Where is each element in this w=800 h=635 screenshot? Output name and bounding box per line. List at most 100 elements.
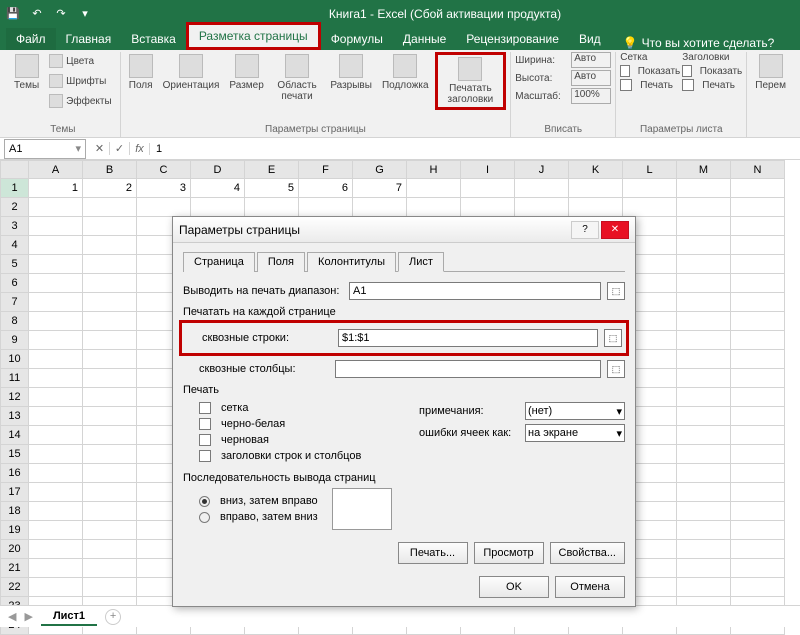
cell[interactable] <box>677 312 731 331</box>
cell[interactable] <box>731 502 785 521</box>
cell[interactable] <box>83 445 137 464</box>
row-header[interactable]: 14 <box>1 426 29 445</box>
height-input[interactable]: Авто <box>571 70 611 86</box>
cell[interactable]: 2 <box>83 179 137 198</box>
fx-button[interactable]: fx <box>130 143 150 155</box>
cell[interactable] <box>569 179 623 198</box>
tab-review[interactable]: Рецензирование <box>456 28 569 50</box>
cell[interactable] <box>29 274 83 293</box>
cell[interactable] <box>677 502 731 521</box>
cell[interactable] <box>677 464 731 483</box>
cell[interactable] <box>623 198 677 217</box>
cell[interactable] <box>29 407 83 426</box>
fonts-button[interactable]: Шрифты <box>45 72 115 90</box>
cell[interactable] <box>83 312 137 331</box>
colors-button[interactable]: Цвета <box>45 52 115 70</box>
cell[interactable] <box>29 559 83 578</box>
row-header[interactable]: 18 <box>1 502 29 521</box>
cell[interactable] <box>83 483 137 502</box>
errors-select[interactable]: на экране▾ <box>525 424 625 442</box>
through-rows-input[interactable] <box>338 329 598 347</box>
cell[interactable]: 5 <box>245 179 299 198</box>
cell[interactable] <box>29 502 83 521</box>
col-header[interactable]: M <box>677 161 731 179</box>
cell[interactable] <box>29 236 83 255</box>
cell[interactable] <box>29 464 83 483</box>
cell[interactable] <box>677 426 731 445</box>
cell[interactable] <box>83 350 137 369</box>
row-header[interactable]: 17 <box>1 483 29 502</box>
cell[interactable] <box>677 407 731 426</box>
sheet-nav-next-icon[interactable]: ▶ <box>24 610 32 623</box>
col-header[interactable]: A <box>29 161 83 179</box>
preview-button[interactable]: Просмотр <box>474 542 544 564</box>
bring-forward-button[interactable]: Перем <box>751 52 790 93</box>
dialog-close-button[interactable]: ✕ <box>601 221 629 239</box>
dlg-tab-margins[interactable]: Поля <box>257 252 305 272</box>
cell[interactable] <box>731 521 785 540</box>
tab-data[interactable]: Данные <box>393 28 456 50</box>
cell[interactable] <box>677 483 731 502</box>
cell[interactable] <box>731 559 785 578</box>
orientation-button[interactable]: Ориентация <box>159 52 224 93</box>
cell[interactable] <box>731 464 785 483</box>
save-icon[interactable]: 💾 <box>4 5 22 23</box>
cell[interactable] <box>677 236 731 255</box>
gridlines-view-checkbox[interactable] <box>620 65 629 77</box>
tab-file[interactable]: Файл <box>6 28 56 50</box>
tab-home[interactable]: Главная <box>56 28 122 50</box>
cell[interactable] <box>677 179 731 198</box>
order-down-radio[interactable] <box>199 496 210 507</box>
cell[interactable] <box>731 369 785 388</box>
cell[interactable] <box>461 179 515 198</box>
headings-print-checkbox[interactable] <box>682 79 694 91</box>
cell[interactable] <box>83 293 137 312</box>
cancel-button[interactable]: Отмена <box>555 576 625 598</box>
cell[interactable] <box>29 445 83 464</box>
cell[interactable] <box>731 540 785 559</box>
cell[interactable] <box>299 198 353 217</box>
cell[interactable] <box>83 217 137 236</box>
cell[interactable] <box>29 483 83 502</box>
cell[interactable] <box>83 502 137 521</box>
dlg-tab-sheet[interactable]: Лист <box>398 252 444 272</box>
col-header[interactable]: H <box>407 161 461 179</box>
margins-button[interactable]: Поля <box>125 52 157 93</box>
cell[interactable] <box>29 293 83 312</box>
dlg-tab-header[interactable]: Колонтитулы <box>307 252 396 272</box>
cell[interactable] <box>29 198 83 217</box>
cell[interactable] <box>137 198 191 217</box>
cell[interactable] <box>677 350 731 369</box>
cell[interactable] <box>191 198 245 217</box>
col-header[interactable]: C <box>137 161 191 179</box>
col-header[interactable]: D <box>191 161 245 179</box>
row-header[interactable]: 7 <box>1 293 29 312</box>
tab-formulas[interactable]: Формулы <box>321 28 393 50</box>
cell[interactable] <box>83 426 137 445</box>
row-header[interactable]: 13 <box>1 407 29 426</box>
row-header[interactable]: 21 <box>1 559 29 578</box>
print-titles-button[interactable]: Печатать заголовки <box>435 52 507 110</box>
cell[interactable] <box>677 540 731 559</box>
properties-button[interactable]: Свойства... <box>550 542 625 564</box>
dlg-tab-page[interactable]: Страница <box>183 252 255 272</box>
cell[interactable] <box>731 236 785 255</box>
cell[interactable] <box>731 331 785 350</box>
cell[interactable] <box>29 312 83 331</box>
cell[interactable] <box>515 179 569 198</box>
through-cols-selector-button[interactable]: ⬚ <box>607 360 625 378</box>
cell[interactable] <box>29 217 83 236</box>
cell[interactable] <box>83 464 137 483</box>
cell[interactable] <box>83 521 137 540</box>
cell[interactable] <box>29 521 83 540</box>
redo-icon[interactable]: ↷ <box>52 5 70 23</box>
row-header[interactable]: 22 <box>1 578 29 597</box>
row-header[interactable]: 5 <box>1 255 29 274</box>
dialog-titlebar[interactable]: Параметры страницы ? ✕ <box>173 217 635 243</box>
tab-page-layout[interactable]: Разметка страницы <box>186 22 321 50</box>
tab-view[interactable]: Вид <box>569 28 611 50</box>
cell[interactable] <box>677 388 731 407</box>
cell[interactable] <box>83 255 137 274</box>
col-header[interactable]: F <box>299 161 353 179</box>
cell[interactable] <box>677 521 731 540</box>
